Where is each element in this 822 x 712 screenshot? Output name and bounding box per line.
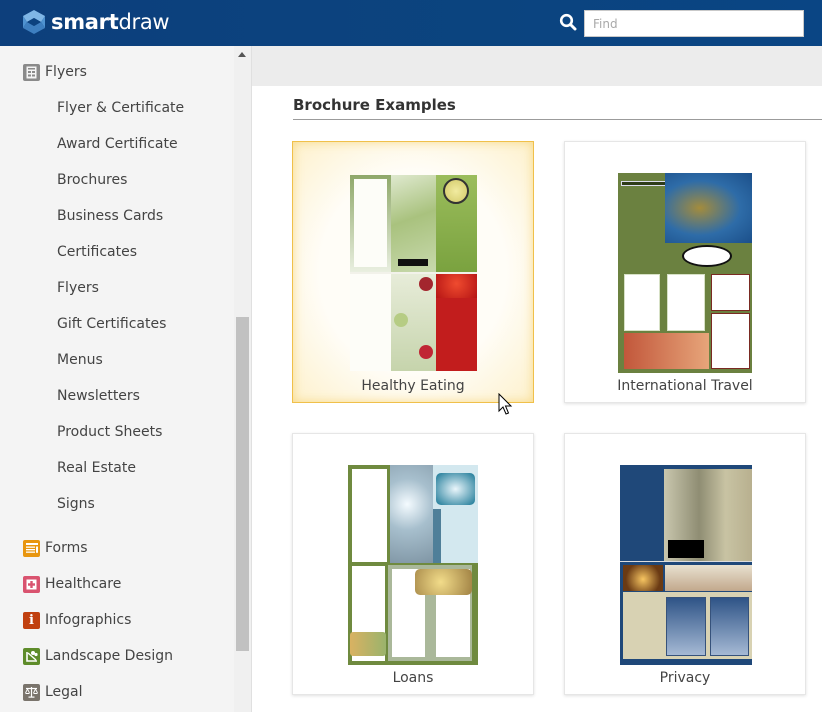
brand-name: smartdraw bbox=[51, 10, 170, 34]
card-label: Loans bbox=[392, 670, 434, 686]
template-card-international-travel[interactable]: International Travel bbox=[564, 141, 806, 403]
thumbnail-international-travel bbox=[618, 173, 752, 373]
sidebar-category-label: Landscape Design bbox=[45, 648, 173, 664]
sidebar-item-real-estate[interactable]: Real Estate bbox=[57, 458, 136, 478]
sidebar-category-legal[interactable]: Legal bbox=[23, 681, 83, 703]
sidebar-category-label: Forms bbox=[45, 540, 88, 556]
card-label: Healthy Eating bbox=[361, 378, 465, 394]
healthcare-icon bbox=[23, 575, 40, 593]
sidebar-item-certificates[interactable]: Certificates bbox=[57, 242, 137, 262]
sidebar-category-label: Infographics bbox=[45, 612, 132, 628]
sidebar-category-label: Flyers bbox=[45, 64, 87, 80]
forms-icon bbox=[23, 539, 40, 557]
sidebar-item-signs[interactable]: Signs bbox=[57, 494, 95, 514]
sidebar-category-landscape-design[interactable]: Landscape Design bbox=[23, 645, 173, 667]
card-label: Privacy bbox=[659, 670, 711, 686]
scroll-up-arrow-icon[interactable] bbox=[238, 52, 246, 57]
sidebar-scrollbar[interactable] bbox=[234, 46, 251, 712]
category-list: Flyers Flyer & Certificate Award Certifi… bbox=[1, 46, 234, 712]
template-card-healthy-eating[interactable]: Healthy Eating bbox=[292, 141, 534, 403]
sidebar-item-business-cards[interactable]: Business Cards bbox=[57, 206, 163, 226]
search-icon[interactable] bbox=[559, 13, 577, 31]
template-card-loans[interactable]: Loans bbox=[292, 433, 534, 695]
sidebar-item-gift-certificates[interactable]: Gift Certificates bbox=[57, 314, 166, 334]
sidebar-category-flyers[interactable]: Flyers bbox=[23, 61, 87, 83]
scrollbar-thumb[interactable] bbox=[236, 317, 249, 651]
thumbnail-privacy bbox=[620, 465, 752, 665]
section-title: Brochure Examples bbox=[293, 96, 456, 114]
sidebar-category-healthcare[interactable]: Healthcare bbox=[23, 573, 121, 595]
flyer-icon bbox=[23, 63, 40, 81]
smartdraw-logo-icon bbox=[23, 10, 45, 34]
search-input[interactable] bbox=[584, 10, 804, 37]
landscape-design-icon bbox=[23, 647, 40, 665]
thumbnail-loans bbox=[348, 465, 478, 665]
sidebar-item-product-sheets[interactable]: Product Sheets bbox=[57, 422, 162, 442]
sidebar-item-award-certificate[interactable]: Award Certificate bbox=[57, 134, 178, 154]
smartdraw-logo[interactable]: smartdraw bbox=[22, 9, 170, 35]
sidebar-item-menus[interactable]: Menus bbox=[57, 350, 103, 370]
section-divider bbox=[293, 119, 822, 120]
mouse-cursor-icon bbox=[498, 393, 513, 415]
template-card-privacy[interactable]: Privacy bbox=[564, 433, 806, 695]
sidebar-category-label: Legal bbox=[45, 684, 83, 700]
sidebar-item-flyer-certificate[interactable]: Flyer & Certificate bbox=[57, 98, 184, 118]
sidebar: Flyers Flyer & Certificate Award Certifi… bbox=[0, 46, 252, 712]
thumbnail-healthy-eating bbox=[350, 175, 477, 371]
sidebar-category-infographics[interactable]: i Infographics bbox=[23, 609, 131, 631]
infographics-icon: i bbox=[23, 611, 40, 629]
card-label: International Travel bbox=[617, 378, 753, 394]
top-bar: smartdraw bbox=[0, 0, 822, 46]
sidebar-category-label: Healthcare bbox=[45, 576, 122, 592]
sidebar-category-forms[interactable]: Forms bbox=[23, 537, 88, 559]
sidebar-item-flyers[interactable]: Flyers bbox=[57, 278, 99, 298]
main-header-strip bbox=[252, 46, 822, 86]
sidebar-item-newsletters[interactable]: Newsletters bbox=[57, 386, 140, 406]
sidebar-item-brochures[interactable]: Brochures bbox=[57, 170, 127, 190]
legal-icon bbox=[23, 683, 40, 701]
